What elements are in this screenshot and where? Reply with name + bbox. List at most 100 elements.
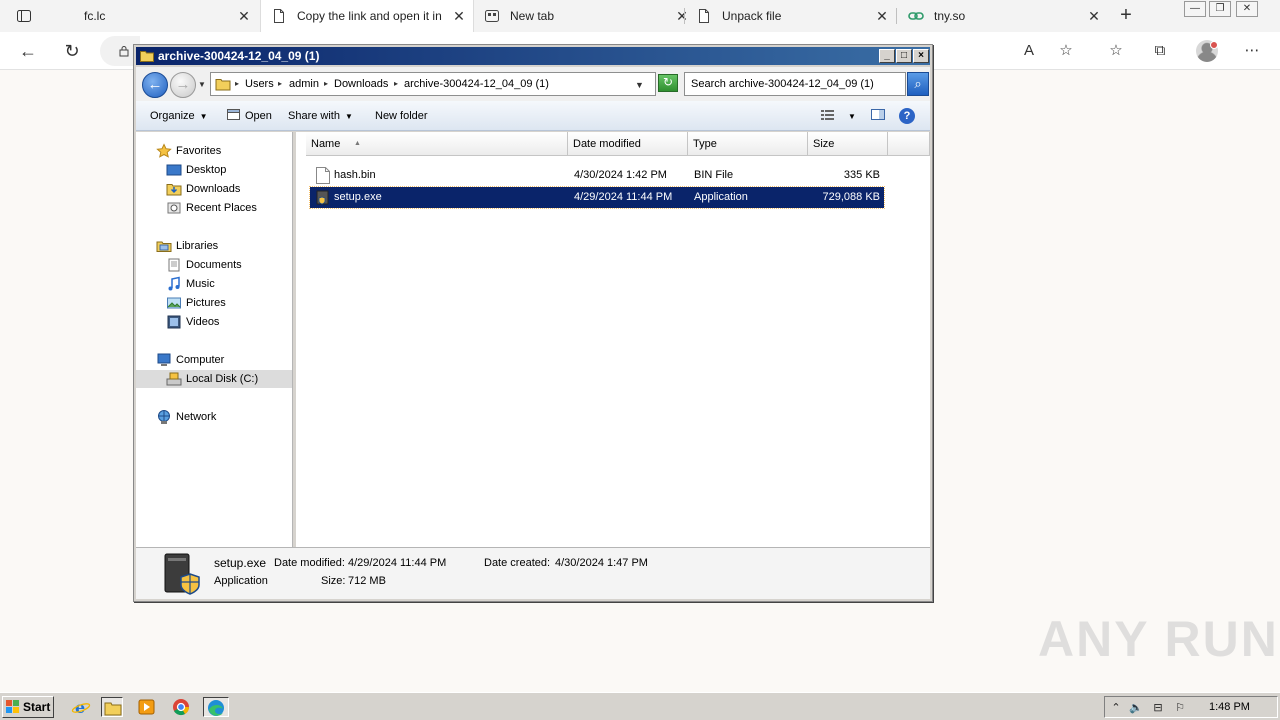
column-header-name[interactable]: Name ▲ [306, 132, 568, 156]
tab-actions-icon[interactable] [8, 4, 40, 28]
ie-icon[interactable]: e [70, 697, 92, 717]
pictures-icon [166, 295, 182, 311]
preview-pane-icon[interactable] [870, 107, 886, 125]
add-favorite-icon[interactable]: ☆ [1056, 41, 1076, 61]
explorer-icon[interactable] [101, 697, 123, 717]
file-date: 4/30/2024 1:42 PM [574, 169, 667, 181]
more-icon[interactable]: ⋯ [1242, 41, 1262, 61]
back-arrow-icon[interactable]: ← [17, 40, 39, 62]
new-folder-button[interactable]: New folder [375, 110, 428, 122]
tab-title: New tab [510, 9, 555, 23]
tab-title: tny.so [934, 9, 966, 23]
nav-documents[interactable]: Documents [166, 256, 286, 274]
file-row-setup-exe[interactable]: setup.exe 4/29/2024 11:44 PM Application… [309, 186, 885, 209]
back-arrow-icon[interactable]: ← [142, 72, 168, 98]
file-list: Name ▲ Date modified Type Size hash.bin … [296, 132, 930, 547]
read-aloud-icon[interactable]: A [1019, 41, 1039, 61]
recent-places-icon [166, 200, 182, 216]
tab-new-tab[interactable]: New tab ✕ [474, 0, 688, 32]
file-date: 4/29/2024 11:44 PM [574, 191, 673, 203]
chrome-icon[interactable] [170, 697, 192, 717]
column-header-type[interactable]: Type [688, 132, 808, 156]
star-icon [156, 143, 172, 159]
tab-fc-lc[interactable]: fc.lc ✕ [48, 0, 260, 32]
breadcrumb-users[interactable]: Users [245, 78, 274, 90]
nav-computer[interactable]: Computer [156, 351, 286, 369]
nav-local-disk[interactable]: Local Disk (C:) [136, 370, 292, 388]
breadcrumb-archive[interactable]: archive-300424-12_04_09 (1) [404, 78, 549, 90]
search-icon[interactable]: ⌕ [907, 72, 929, 96]
minimize-button[interactable]: _ [879, 49, 895, 63]
tab-close-icon[interactable]: ✕ [874, 8, 890, 24]
volume-icon[interactable]: 🔈 [1129, 701, 1143, 715]
nav-favorites[interactable]: Favorites [156, 142, 286, 160]
nav-videos[interactable]: Videos [166, 313, 286, 331]
help-icon[interactable]: ? [899, 108, 915, 124]
nav-label: Music [186, 278, 215, 290]
start-button[interactable]: Start [2, 696, 54, 718]
detail-size-label: Size: [321, 575, 346, 587]
nav-network[interactable]: Network [156, 408, 286, 426]
breadcrumb-downloads[interactable]: Downloads [334, 78, 388, 90]
maximize-button[interactable]: □ [896, 49, 912, 63]
close-button[interactable]: × [913, 49, 929, 63]
tab-tny-so[interactable]: tny.so ✕ [898, 0, 1108, 32]
file-row-hash-bin[interactable]: hash.bin 4/30/2024 1:42 PM BIN File 335 … [310, 165, 884, 186]
chevron-down-icon[interactable]: ▼ [848, 112, 856, 121]
explorer-title-bar[interactable]: archive-300424-12_04_09 (1) _ □ × [136, 47, 930, 65]
restore-button[interactable]: ❐ [1209, 1, 1231, 17]
chevron-down-icon[interactable]: ▼ [635, 80, 644, 90]
history-dropdown-icon[interactable]: ▼ [198, 80, 206, 89]
tab-close-icon[interactable]: ✕ [236, 8, 252, 24]
tab-close-icon[interactable]: ✕ [1086, 8, 1102, 24]
search-input[interactable]: Search archive-300424-12_04_09 (1) [684, 72, 906, 96]
column-header-size[interactable]: Size [808, 132, 888, 156]
open-button[interactable]: Open [245, 110, 272, 122]
chevron-right-icon[interactable]: ▸ [394, 79, 398, 88]
close-window-button[interactable]: ✕ [1236, 1, 1258, 17]
detail-modified-label: Date modified: [274, 557, 345, 569]
clock[interactable]: 1:48 PM [1209, 701, 1250, 713]
new-tab-icon [484, 8, 500, 24]
collections-icon[interactable]: ⧉ [1150, 41, 1170, 61]
nav-downloads[interactable]: Downloads [166, 180, 286, 198]
chevron-right-icon[interactable]: ▸ [278, 79, 282, 88]
column-header-date-modified[interactable]: Date modified [568, 132, 688, 156]
refresh-icon[interactable]: ↻ [61, 40, 83, 62]
detail-size-value: 712 MB [348, 575, 386, 587]
downloads-folder-icon [166, 181, 182, 197]
share-with-button[interactable]: Share with ▼ [288, 110, 353, 122]
sort-ascending-icon: ▲ [354, 140, 361, 147]
show-hidden-icons-icon[interactable]: ⌃ [1109, 701, 1123, 715]
new-tab-button[interactable]: + [1116, 5, 1136, 26]
network-status-icon[interactable]: ⊟ [1151, 701, 1165, 715]
action-center-flag-icon[interactable]: ⚐ [1173, 701, 1187, 715]
edge-icon[interactable] [203, 697, 229, 717]
application-icon [316, 189, 330, 206]
nav-pictures[interactable]: Pictures [166, 294, 286, 312]
nav-label: Documents [186, 259, 242, 271]
forward-arrow-icon[interactable]: → [170, 72, 196, 98]
media-player-icon[interactable] [136, 697, 158, 717]
view-list-icon[interactable] [820, 107, 836, 125]
tab-unpack-file[interactable]: Unpack file ✕ [686, 0, 896, 32]
nav-music[interactable]: Music [166, 275, 286, 293]
nav-libraries[interactable]: Libraries [156, 237, 286, 255]
explorer-address-bar: ← → ▼ ▸ Users ▸ admin ▸ Downloads ▸ arch… [136, 67, 930, 101]
nav-recent-places[interactable]: Recent Places [166, 199, 286, 217]
tab-copy-link[interactable]: Copy the link and open it in ✕ [260, 0, 474, 32]
nav-desktop[interactable]: Desktop [166, 161, 286, 179]
music-icon [166, 276, 182, 292]
svg-text:e: e [75, 698, 85, 717]
chevron-right-icon[interactable]: ▸ [235, 79, 239, 88]
minimize-button[interactable]: — [1184, 1, 1206, 17]
organize-button[interactable]: Organize ▼ [150, 110, 208, 122]
favorites-icon[interactable]: ☆ [1106, 41, 1126, 61]
breadcrumb[interactable]: ▸ Users ▸ admin ▸ Downloads ▸ archive-30… [210, 72, 656, 96]
breadcrumb-admin[interactable]: admin [289, 78, 319, 90]
nav-label: Recent Places [186, 202, 257, 214]
start-label: Start [23, 700, 51, 714]
refresh-icon[interactable]: ↻ [658, 74, 678, 92]
tab-close-icon[interactable]: ✕ [451, 8, 467, 24]
chevron-right-icon[interactable]: ▸ [324, 79, 328, 88]
